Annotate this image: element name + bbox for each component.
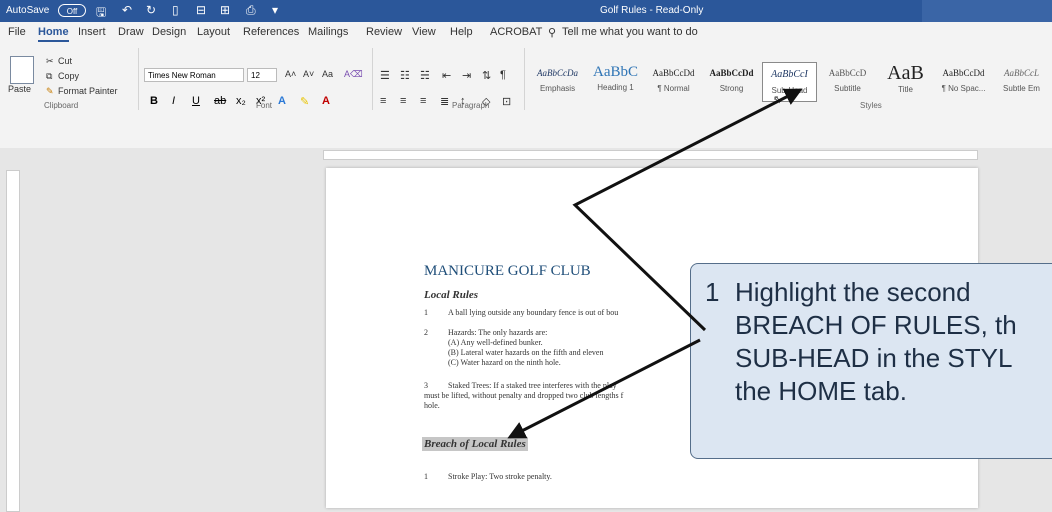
pointer-arrows [507, 88, 803, 439]
arrow-to-subhead-style [572, 88, 803, 332]
arrow-to-selected-heading [507, 338, 701, 439]
